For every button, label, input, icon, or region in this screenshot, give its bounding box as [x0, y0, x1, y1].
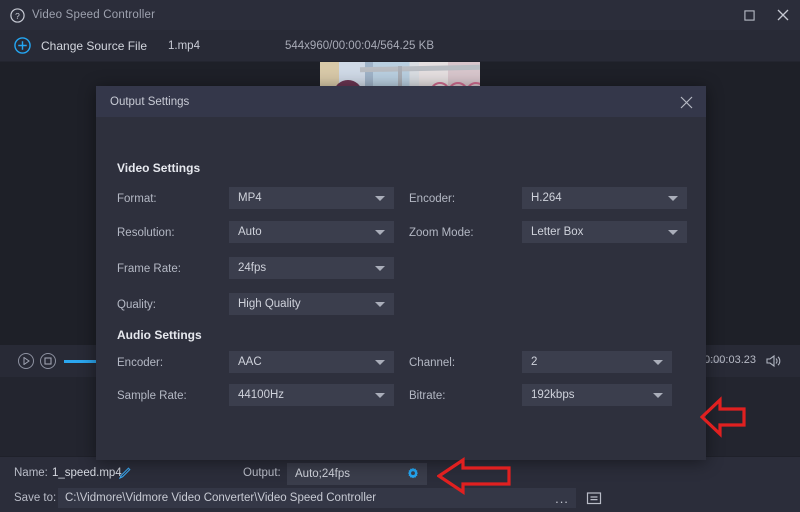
window-title: Video Speed Controller: [32, 9, 155, 21]
sample-rate-select[interactable]: 44100Hz: [229, 384, 394, 406]
close-icon[interactable]: [676, 92, 696, 112]
output-name-value: 1_speed.mp4: [52, 467, 122, 479]
audio-settings-heading: Audio Settings: [117, 328, 202, 342]
channel-label: Channel:: [409, 357, 455, 369]
video-encoder-label: Encoder:: [409, 193, 455, 205]
window-controls: [732, 0, 800, 30]
thumbnail-shape: [360, 65, 480, 73]
chevron-down-icon: [375, 393, 385, 398]
audio-encoder-value: AAC: [238, 356, 262, 368]
format-value: MP4: [238, 192, 262, 204]
channel-value: 2: [531, 356, 537, 368]
svg-text:?: ?: [15, 10, 20, 20]
sample-rate-label: Sample Rate:: [117, 390, 187, 402]
video-encoder-value: H.264: [531, 192, 562, 204]
save-path-value: C:\Vidmore\Vidmore Video Converter\Video…: [65, 492, 376, 504]
dialog-body: Video Settings Format: MP4 Encoder: H.26…: [96, 117, 706, 460]
chevron-down-icon: [375, 196, 385, 201]
bottom-panel: Name: 1_speed.mp4 Output: Auto;24fps Sav…: [0, 456, 800, 512]
resolution-value: Auto: [238, 226, 262, 238]
output-settings-dialog: Output Settings Video Settings Format: M…: [96, 86, 706, 460]
maximize-icon[interactable]: [732, 0, 766, 30]
save-to-label: Save to:: [14, 492, 56, 504]
bitrate-label: Bitrate:: [409, 390, 445, 402]
name-label: Name:: [14, 467, 48, 479]
app-window: ? Video Speed Controller Change: [0, 0, 800, 512]
video-settings-heading: Video Settings: [117, 161, 200, 175]
sample-rate-value: 44100Hz: [238, 389, 284, 401]
quality-select[interactable]: High Quality: [229, 293, 394, 315]
frame-rate-value: 24fps: [238, 262, 266, 274]
save-path-field[interactable]: C:\Vidmore\Vidmore Video Converter\Video…: [58, 488, 548, 508]
zoom-mode-value: Letter Box: [531, 226, 583, 238]
zoom-mode-label: Zoom Mode:: [409, 227, 474, 239]
help-circle-icon[interactable]: ?: [10, 8, 25, 23]
bitrate-select[interactable]: 192kbps: [522, 384, 672, 406]
dialog-title: Output Settings: [110, 96, 189, 108]
output-settings-value: Auto;24fps: [295, 468, 350, 480]
chevron-down-icon: [668, 230, 678, 235]
bitrate-value: 192kbps: [531, 389, 574, 401]
chevron-down-icon: [375, 230, 385, 235]
browse-button[interactable]: ...: [548, 488, 576, 508]
volume-icon[interactable]: [764, 352, 782, 370]
output-settings-field[interactable]: Auto;24fps: [287, 463, 427, 485]
annotation-arrow-ok: [700, 392, 748, 447]
close-icon[interactable]: [766, 0, 800, 30]
audio-encoder-label: Encoder:: [117, 357, 163, 369]
quality-label: Quality:: [117, 299, 156, 311]
chevron-down-icon: [375, 360, 385, 365]
format-label: Format:: [117, 193, 157, 205]
chevron-down-icon: [653, 360, 663, 365]
resolution-select[interactable]: Auto: [229, 221, 394, 243]
plus-circle-icon[interactable]: [14, 37, 31, 54]
source-file-name: 1.mp4: [168, 40, 200, 52]
zoom-mode-select[interactable]: Letter Box: [522, 221, 687, 243]
chevron-down-icon: [375, 266, 385, 271]
stop-icon[interactable]: [40, 353, 56, 369]
quality-value: High Quality: [238, 298, 301, 310]
output-label: Output:: [243, 467, 281, 479]
chevron-down-icon: [653, 393, 663, 398]
dialog-title-bar: Output Settings: [96, 86, 706, 117]
frame-rate-label: Frame Rate:: [117, 263, 181, 275]
play-icon[interactable]: [18, 353, 34, 369]
video-encoder-select[interactable]: H.264: [522, 187, 687, 209]
player-timecode: 00:00:03.23: [698, 354, 756, 366]
source-file-meta: 544x960/00:00:04/564.25 KB: [285, 40, 434, 52]
format-select[interactable]: MP4: [229, 187, 394, 209]
channel-select[interactable]: 2: [522, 351, 672, 373]
gear-icon[interactable]: [406, 467, 420, 481]
seek-slider-fill[interactable]: [64, 360, 100, 363]
audio-encoder-select[interactable]: AAC: [229, 351, 394, 373]
frame-rate-select[interactable]: 24fps: [229, 257, 394, 279]
folder-icon[interactable]: [585, 489, 603, 507]
source-bar: Change Source File 1.mp4 544x960/00:00:0…: [0, 30, 800, 62]
chevron-down-icon: [375, 302, 385, 307]
chevron-down-icon: [668, 196, 678, 201]
resolution-label: Resolution:: [117, 227, 175, 239]
title-bar: ? Video Speed Controller: [0, 0, 800, 30]
pencil-icon[interactable]: [118, 466, 132, 480]
change-source-file-button[interactable]: Change Source File: [41, 39, 147, 53]
